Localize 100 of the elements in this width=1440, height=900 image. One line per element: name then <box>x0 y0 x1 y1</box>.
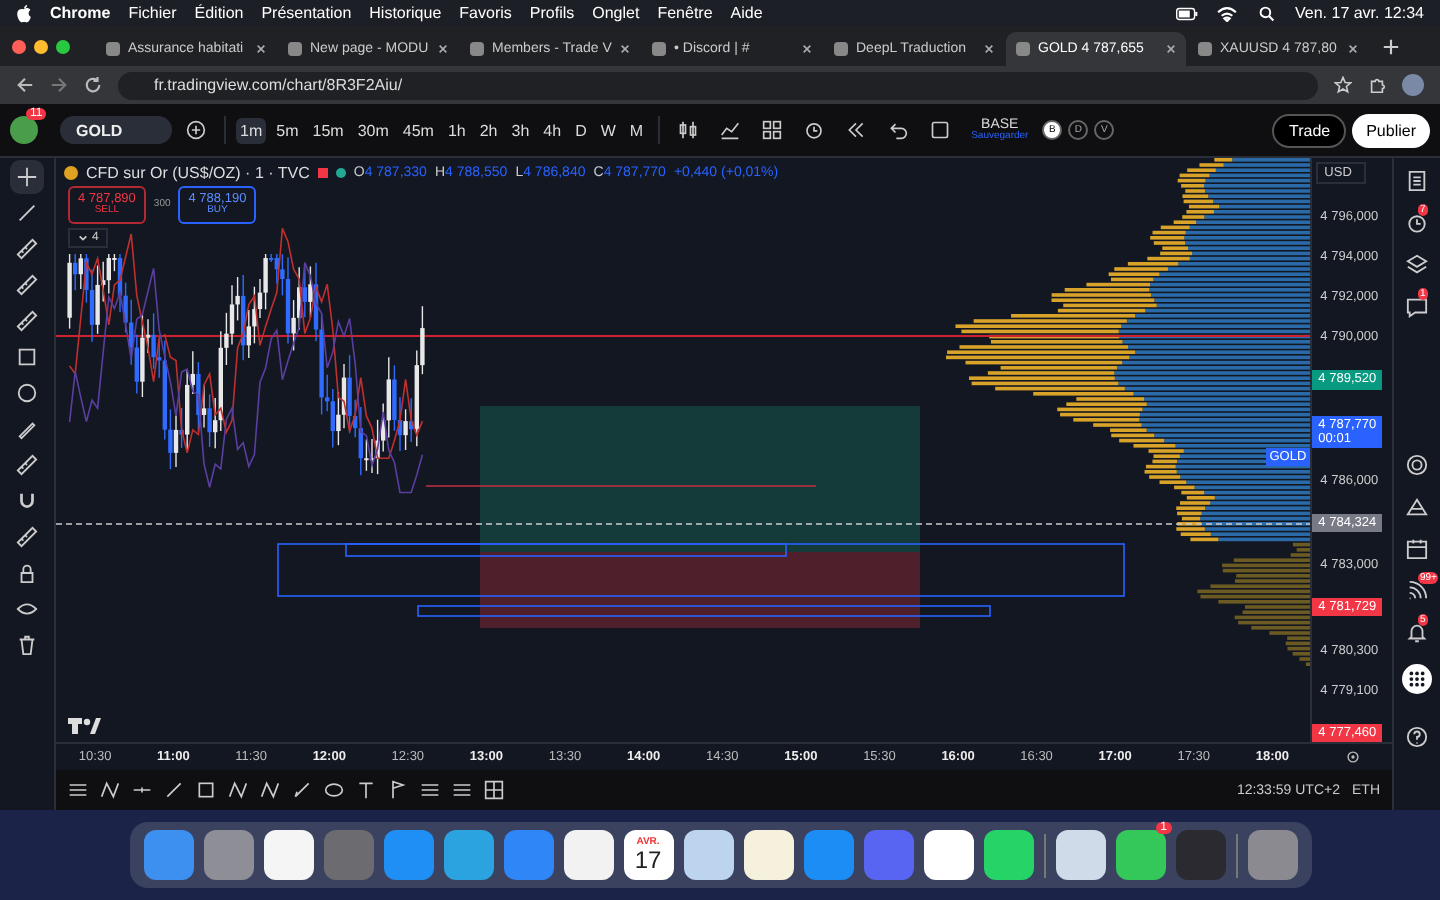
close-icon[interactable] <box>1348 44 1358 54</box>
star-icon[interactable] <box>1334 76 1352 94</box>
publish-button[interactable]: Publier <box>1352 113 1430 147</box>
alarm-icon[interactable] <box>803 120 824 140</box>
lock-icon[interactable] <box>16 562 38 584</box>
interval-button[interactable]: D <box>571 117 591 143</box>
app-icon[interactable] <box>263 830 313 880</box>
grid-icon[interactable] <box>761 120 782 140</box>
list-icon[interactable] <box>1406 170 1428 192</box>
reload-icon[interactable] <box>84 76 102 94</box>
close-icon[interactable] <box>802 44 812 54</box>
target-icon[interactable] <box>1406 454 1428 476</box>
app-icon[interactable] <box>563 830 613 880</box>
puzzle-icon[interactable] <box>1368 76 1386 94</box>
line-icon[interactable] <box>16 202 38 224</box>
mountain-icon[interactable] <box>1406 496 1428 518</box>
trade-button[interactable]: Trade <box>1272 113 1347 147</box>
menu-item[interactable]: Onglet <box>592 4 640 22</box>
menu-item[interactable]: Édition <box>194 4 244 22</box>
menu-item[interactable]: Présentation <box>261 4 352 22</box>
range-box[interactable] <box>277 543 1125 597</box>
candles-icon[interactable] <box>677 120 698 140</box>
window-close-button[interactable] <box>12 39 26 53</box>
eye-icon[interactable] <box>16 598 38 620</box>
rectangle-icon[interactable] <box>196 780 216 800</box>
app-icon[interactable] <box>1115 830 1165 880</box>
app-icon[interactable] <box>683 830 733 880</box>
range-box[interactable] <box>345 543 787 557</box>
app-icon[interactable] <box>983 830 1033 880</box>
interval-button[interactable]: 2h <box>475 117 502 143</box>
layers-icon[interactable] <box>1406 254 1428 276</box>
magnet-icon[interactable] <box>16 490 38 512</box>
logo-icon[interactable] <box>68 718 101 734</box>
app-icon[interactable] <box>743 830 793 880</box>
bell-icon[interactable] <box>1406 622 1428 644</box>
ellipse-icon[interactable] <box>324 780 344 800</box>
signal-icon[interactable] <box>1406 580 1428 602</box>
alarm-icon[interactable] <box>1406 212 1428 234</box>
ruler-icon[interactable] <box>16 238 38 260</box>
brush-icon[interactable] <box>292 780 312 800</box>
interval-button[interactable]: 15m <box>308 117 348 143</box>
square-icon[interactable] <box>929 120 950 140</box>
apps-grid-icon[interactable] <box>1402 664 1432 694</box>
window-minimize-button[interactable] <box>34 39 48 53</box>
profile-avatar[interactable] <box>1402 74 1424 96</box>
menu-item[interactable]: Historique <box>369 4 442 22</box>
menu-item[interactable]: Aide <box>730 4 763 22</box>
interval-button[interactable]: 5m <box>272 117 303 143</box>
app-icon[interactable] <box>1055 830 1105 880</box>
chart-icon[interactable] <box>719 120 740 140</box>
interval-button[interactable]: 30m <box>353 117 393 143</box>
ruler-icon[interactable] <box>16 310 38 332</box>
pen-icon[interactable] <box>16 418 38 440</box>
interval-button[interactable]: 1m <box>236 117 267 143</box>
help-icon[interactable] <box>1406 726 1428 748</box>
menu-item[interactable]: Profils <box>529 4 575 22</box>
battery-icon[interactable] <box>1175 5 1197 21</box>
symbol-search-field[interactable]: GOLD <box>60 116 172 144</box>
menu-item[interactable]: Favoris <box>459 4 512 22</box>
interval-button[interactable]: W <box>596 117 620 143</box>
rewind-icon[interactable] <box>845 120 866 140</box>
close-icon[interactable] <box>620 44 630 54</box>
interval-button[interactable]: M <box>625 117 648 143</box>
close-icon[interactable] <box>984 44 994 54</box>
interval-button[interactable]: 1h <box>443 117 470 143</box>
forward-icon[interactable] <box>50 76 68 94</box>
interval-button[interactable]: 3h <box>507 117 534 143</box>
interval-button[interactable]: 4h <box>539 117 566 143</box>
rectangle-icon[interactable] <box>16 346 38 368</box>
ruler-icon[interactable] <box>16 274 38 296</box>
close-icon[interactable] <box>438 44 448 54</box>
menu-item[interactable]: Fichier <box>128 4 177 22</box>
apple-icon[interactable] <box>16 3 32 23</box>
line-icon[interactable] <box>164 780 184 800</box>
add-icon[interactable] <box>186 120 206 140</box>
close-icon[interactable] <box>256 44 266 54</box>
interval-button[interactable]: 45m <box>398 117 438 143</box>
window-zoom-button[interactable] <box>56 39 70 53</box>
menu-clock[interactable]: Ven. 17 avr. 12:34 <box>1295 4 1424 22</box>
grid-icon[interactable] <box>484 780 504 800</box>
ruler-icon[interactable] <box>16 526 38 548</box>
close-icon[interactable] <box>1166 44 1176 54</box>
wifi-icon[interactable] <box>1215 5 1237 21</box>
flag-icon[interactable] <box>388 780 408 800</box>
menu-item[interactable]: Fenêtre <box>657 4 713 22</box>
address-field[interactable]: fr.tradingview.com/chart/8R3F2Aiu/ <box>118 71 1318 99</box>
range-box[interactable] <box>417 605 991 617</box>
plus-icon[interactable] <box>1382 37 1400 55</box>
chat-icon[interactable] <box>1406 296 1428 318</box>
user-avatar[interactable] <box>10 116 38 144</box>
calendar-icon[interactable] <box>1406 538 1428 560</box>
search-icon[interactable] <box>1255 5 1277 21</box>
settings-icon[interactable] <box>1346 750 1360 764</box>
app-menu[interactable]: Chrome <box>50 4 111 22</box>
trash-icon[interactable] <box>16 634 38 656</box>
undo-icon[interactable] <box>887 120 908 140</box>
symbol-title[interactable]: CFD sur Or (US$/OZ) · 1 · TVC <box>86 164 310 182</box>
crosshair-icon[interactable] <box>16 166 38 188</box>
back-icon[interactable] <box>16 76 34 94</box>
app-icon[interactable] <box>923 830 973 880</box>
